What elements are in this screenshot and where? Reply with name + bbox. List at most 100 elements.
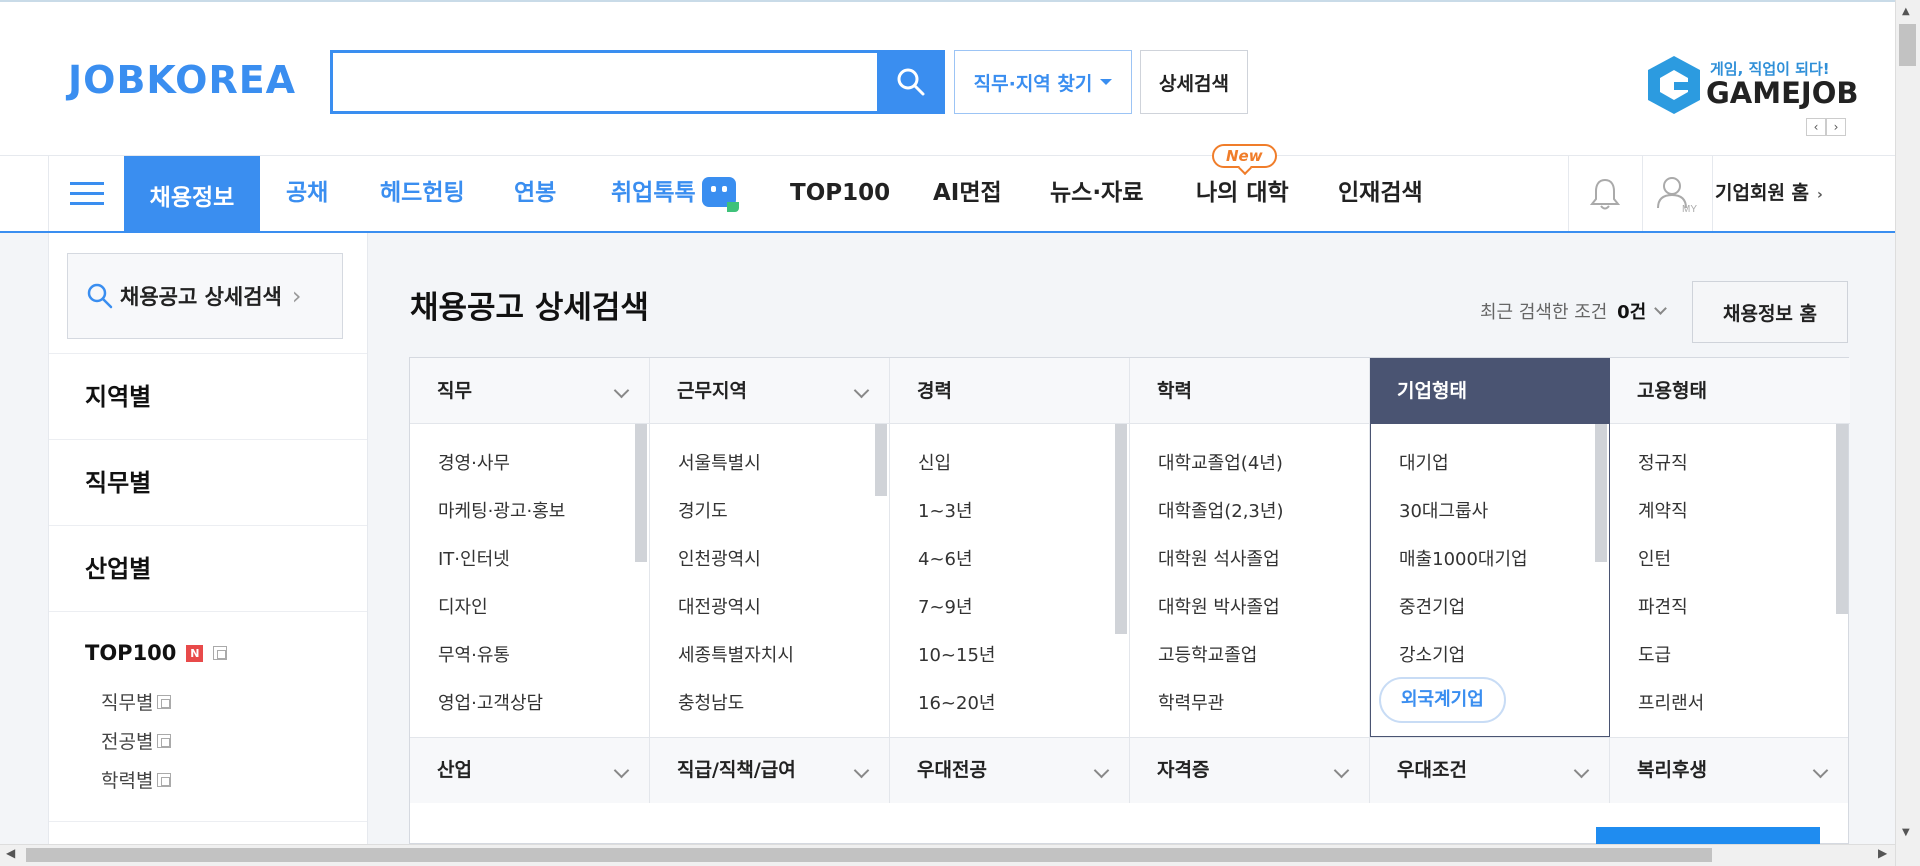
gamejob-banner[interactable]: 게임, 직업이 되다! GAMEJOB (1642, 52, 1858, 118)
scrollbar[interactable] (635, 424, 647, 562)
list-item[interactable]: 대학교졸업(4년) (1158, 449, 1283, 475)
list-item[interactable]: 신입 (918, 449, 951, 475)
search-button[interactable] (877, 50, 945, 114)
tab-preferred-conditions[interactable]: 우대조건 (1370, 737, 1610, 803)
sidebar-item-job[interactable]: 직무별 (49, 439, 367, 525)
list-item[interactable]: 경기도 (678, 497, 728, 523)
list-item[interactable]: 대학원 박사졸업 (1158, 593, 1280, 619)
tab-education[interactable]: 학력 (1130, 358, 1370, 424)
scrollbar[interactable] (1115, 424, 1127, 634)
list-item[interactable]: 대학원 석사졸업 (1158, 545, 1280, 571)
tab-preferred-major[interactable]: 우대전공 (890, 737, 1130, 803)
list-item[interactable]: 프리랜서 (1638, 689, 1704, 715)
list-item[interactable]: 경영·사무 (438, 449, 510, 475)
search-field[interactable] (330, 50, 878, 114)
list-item[interactable]: 대전광역시 (678, 593, 761, 619)
nav-item-headhunting[interactable]: 헤드헌팅 (380, 156, 465, 231)
chevron-down-icon (853, 382, 870, 399)
list-item[interactable]: IT·인터넷 (438, 545, 510, 571)
my-page-button[interactable]: MY (1642, 156, 1712, 231)
nav-item-top100[interactable]: TOP100 (790, 156, 890, 231)
list-item[interactable]: 정규직 (1638, 449, 1688, 475)
list-item[interactable]: 16~20년 (918, 689, 995, 715)
search-results-button[interactable] (1596, 827, 1820, 844)
next-arrow-icon[interactable]: › (1826, 118, 1846, 136)
scroll-right-icon[interactable]: ▶ (1878, 846, 1887, 860)
sidebar-item-top100[interactable]: TOP100 N (85, 641, 228, 665)
search-input[interactable] (333, 53, 878, 111)
list-item[interactable]: 세종특별자치시 (678, 641, 794, 667)
sidebar-item-industry[interactable]: 산업별 (49, 525, 367, 611)
tab-certificate[interactable]: 자격증 (1130, 737, 1370, 803)
list-item[interactable]: 강소기업 (1399, 641, 1465, 667)
list-item[interactable]: 파견직 (1638, 593, 1688, 619)
list-item[interactable]: 마케팅·광고·홍보 (438, 497, 565, 523)
nav-item-career-talk[interactable]: 취업톡톡 (611, 156, 739, 231)
chevron-right-icon: › (1817, 187, 1823, 203)
list-item[interactable]: 학력무관 (1158, 689, 1224, 715)
scrollbar[interactable] (1836, 424, 1848, 614)
detail-search-button[interactable]: 상세검색 (1140, 50, 1248, 114)
tab-employment-type[interactable]: 고용형태 (1610, 358, 1850, 424)
selected-option[interactable]: 외국계기업 (1379, 677, 1506, 723)
list-item[interactable]: 4~6년 (918, 545, 973, 571)
scrollbar-thumb[interactable] (26, 848, 1712, 862)
list-item[interactable]: 10~15년 (918, 641, 995, 667)
list-item[interactable]: 7~9년 (918, 593, 973, 619)
prev-arrow-icon[interactable]: ‹ (1806, 118, 1826, 136)
nav-item-ai-interview[interactable]: AI면접 (933, 156, 1002, 231)
page-vertical-scrollbar[interactable] (1895, 0, 1920, 866)
sidebar-sub-major[interactable]: 전공별 (101, 727, 172, 754)
list-item[interactable]: 중견기업 (1399, 593, 1465, 619)
jobinfo-home-button[interactable]: 채용정보 홈 (1692, 281, 1848, 343)
nav-item-talent-search[interactable]: 인재검색 (1338, 156, 1423, 231)
list-item[interactable]: 디자인 (438, 593, 488, 619)
tab-position-salary[interactable]: 직급/직책/급여 (650, 737, 890, 803)
nav-item-salary[interactable]: 연봉 (514, 156, 556, 231)
sidebar-sub-education[interactable]: 학력별 (101, 766, 172, 793)
job-region-find-button[interactable]: 직무·지역 찾기 (954, 50, 1132, 114)
nav-item-jobinfo[interactable]: 채용정보 (124, 156, 260, 233)
list-item[interactable]: 도급 (1638, 641, 1671, 667)
business-home-link[interactable]: 기업회원 홈 › (1712, 156, 1823, 231)
scroll-left-icon[interactable]: ◀ (6, 846, 15, 860)
list-item[interactable]: 1~3년 (918, 497, 973, 523)
nav-item-news[interactable]: 뉴스·자료 (1050, 156, 1143, 231)
scrollbar-thumb[interactable] (1899, 24, 1916, 66)
tab-job[interactable]: 직무 (410, 358, 650, 424)
sidebar-detail-search[interactable]: 채용공고 상세검색 › (67, 253, 343, 339)
hamburger-icon (69, 182, 104, 185)
list-item[interactable]: 대학졸업(2,3년) (1158, 497, 1283, 523)
tab-career[interactable]: 경력 (890, 358, 1130, 424)
scrollbar[interactable] (875, 424, 887, 496)
list-item[interactable]: 충청남도 (678, 689, 744, 715)
recent-search-conditions[interactable]: 최근 검색한 조건 0건 (1480, 298, 1668, 324)
menu-button[interactable] (48, 156, 124, 231)
tab-company-type[interactable]: 기업형태 (1370, 358, 1610, 424)
list-item[interactable]: 대기업 (1399, 449, 1449, 475)
job-region-find-label: 직무·지역 찾기 (973, 72, 1093, 95)
list-item[interactable]: 매출1000대기업 (1399, 545, 1528, 571)
nav-item-open-recruit[interactable]: 공채 (286, 156, 328, 231)
tab-region[interactable]: 근무지역 (650, 358, 890, 424)
tab-welfare[interactable]: 복리후생 (1610, 737, 1848, 803)
recent-search-label: 최근 검색한 조건 (1480, 302, 1608, 323)
sidebar-item-region[interactable]: 지역별 (49, 353, 367, 439)
tab-industry[interactable]: 산업 (410, 737, 650, 803)
scroll-up-icon[interactable]: ▲ (1902, 6, 1910, 17)
nav-item-my-university[interactable]: 나의 대학 (1196, 156, 1289, 231)
list-item[interactable]: 무역·유통 (438, 641, 510, 667)
sidebar-sub-job[interactable]: 직무별 (101, 688, 172, 715)
list-item[interactable]: 계약직 (1638, 497, 1688, 523)
list-item[interactable]: 고등학교졸업 (1158, 641, 1257, 667)
notification-button[interactable] (1568, 156, 1642, 231)
scroll-down-icon[interactable]: ▼ (1902, 827, 1910, 838)
scrollbar[interactable] (1595, 424, 1607, 562)
list-item[interactable]: 인천광역시 (678, 545, 761, 571)
filter-table: 직무 근무지역 경력 학력 기업형태 고용형태 경영·사무 마케팅·광고·홍보 … (409, 357, 1850, 803)
list-item[interactable]: 서울특별시 (678, 449, 761, 475)
list-item[interactable]: 30대그룹사 (1399, 497, 1488, 523)
jobkorea-logo[interactable]: JOBKOREA (68, 58, 296, 102)
list-item[interactable]: 영업·고객상담 (438, 689, 543, 715)
list-item[interactable]: 인턴 (1638, 545, 1671, 571)
